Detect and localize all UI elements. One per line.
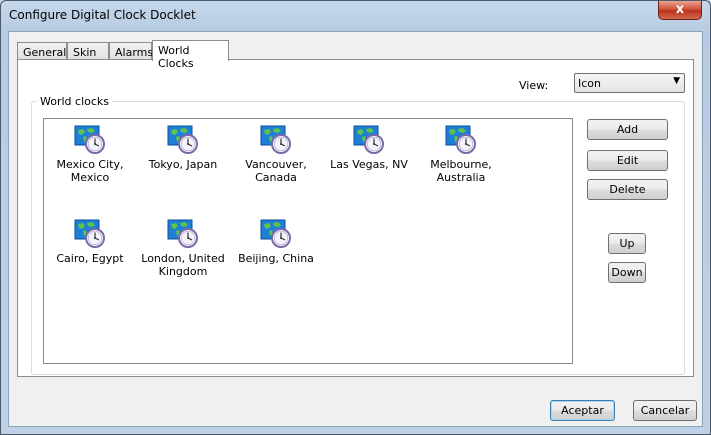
- world-clock-icon: [353, 123, 385, 155]
- tab-skin[interactable]: Skin: [67, 42, 109, 60]
- view-select-value: Icon: [578, 77, 601, 90]
- clock-label: Beijing, China: [238, 252, 314, 265]
- down-button[interactable]: Down: [608, 262, 646, 283]
- clock-label: Mexico City, Mexico: [56, 158, 124, 184]
- accept-button[interactable]: Aceptar: [550, 400, 615, 421]
- clock-label: Las Vegas, NV: [330, 158, 408, 171]
- world-clock-icon: [167, 217, 199, 249]
- clock-label: Melbourne, Australia: [430, 158, 492, 184]
- tab-general[interactable]: General: [17, 42, 67, 60]
- list-item-clock[interactable]: Beijing, China: [231, 217, 321, 265]
- close-button[interactable]: x: [658, 1, 702, 20]
- view-label: View:: [519, 79, 549, 92]
- chevron-down-icon: ▼: [673, 76, 680, 86]
- list-item-clock[interactable]: Cairo, Egypt: [45, 217, 135, 265]
- edit-button[interactable]: Edit: [587, 150, 668, 171]
- world-clock-icon: [167, 123, 199, 155]
- clock-label: Vancouver, Canada: [245, 158, 307, 184]
- world-clocks-list[interactable]: Mexico City, Mexico Tokyo, Japan Vancouv…: [43, 118, 573, 364]
- up-button[interactable]: Up: [608, 233, 646, 254]
- title-bar[interactable]: Configure Digital Clock Docklet x: [1, 1, 710, 29]
- world-clock-icon: [445, 123, 477, 155]
- list-item-clock[interactable]: London, United Kingdom: [138, 217, 228, 278]
- list-item-clock[interactable]: Melbourne, Australia: [416, 123, 506, 184]
- dialog-window: Configure Digital Clock Docklet x Genera…: [0, 0, 711, 435]
- list-item-clock[interactable]: Mexico City, Mexico: [45, 123, 135, 184]
- world-clock-icon: [260, 123, 292, 155]
- list-item-clock[interactable]: Tokyo, Japan: [138, 123, 228, 171]
- clock-label: Tokyo, Japan: [148, 158, 218, 171]
- clock-label: London, United Kingdom: [141, 252, 225, 278]
- close-icon: x: [675, 2, 685, 17]
- list-item-clock[interactable]: Vancouver, Canada: [231, 123, 321, 184]
- world-clock-icon: [260, 217, 292, 249]
- world-clock-icon: [74, 217, 106, 249]
- tab-world-clocks[interactable]: World Clocks: [152, 40, 229, 70]
- world-clock-icon: [74, 123, 106, 155]
- view-select[interactable]: Icon ▼: [574, 73, 685, 93]
- delete-button[interactable]: Delete: [587, 179, 668, 200]
- cancel-button[interactable]: Cancelar: [633, 400, 697, 421]
- add-button[interactable]: Add: [587, 119, 668, 140]
- list-item-clock[interactable]: Las Vegas, NV: [324, 123, 414, 171]
- window-title: Configure Digital Clock Docklet: [9, 8, 196, 22]
- dialog-client-area: General Skin Alarms World Clocks View: I…: [8, 31, 703, 427]
- clock-label: Cairo, Egypt: [56, 252, 124, 265]
- world-clocks-group-label: World clocks: [37, 95, 113, 108]
- tab-alarms[interactable]: Alarms: [109, 42, 153, 60]
